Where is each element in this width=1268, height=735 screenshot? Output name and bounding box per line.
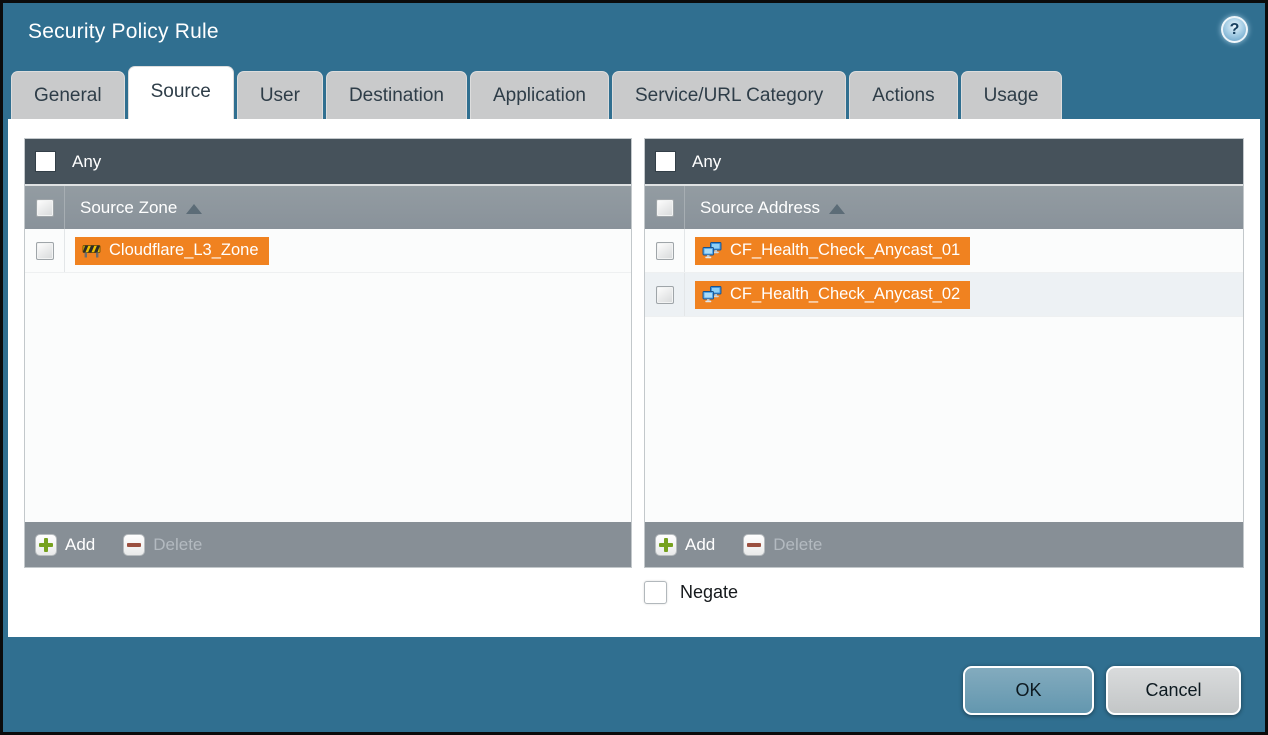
source-address-list: CF_Health_Check_Anycast_01 (645, 229, 1243, 522)
source-address-any-row: Any (645, 139, 1243, 184)
source-address-item-label: CF_Health_Check_Anycast_02 (730, 285, 960, 304)
tab-source[interactable]: Source (128, 66, 234, 119)
tab-usage[interactable]: Usage (961, 71, 1062, 119)
source-zone-any-label: Any (72, 152, 101, 172)
row-checkbox-cell (25, 229, 65, 272)
source-zone-panel: Any Source Zone (24, 138, 632, 568)
add-address-button[interactable]: Add (655, 534, 715, 556)
source-address-column-label: Source Address (700, 198, 820, 218)
delete-label: Delete (153, 535, 202, 555)
source-zone-select-all-cell (25, 186, 65, 229)
source-zone-any-row: Any (25, 139, 631, 184)
address-icon (702, 286, 722, 303)
table-row: CF_Health_Check_Anycast_01 (645, 229, 1243, 273)
source-zone-any-checkbox[interactable] (35, 151, 56, 172)
row-checkbox[interactable] (656, 286, 674, 304)
security-policy-rule-dialog: Security Policy Rule ? General Source Us… (0, 0, 1268, 735)
source-address-item-label: CF_Health_Check_Anycast_01 (730, 241, 960, 260)
sort-ascending-icon (829, 204, 845, 214)
table-row: CF_Health_Check_Anycast_02 (645, 273, 1243, 317)
add-icon (655, 534, 677, 556)
tab-general[interactable]: General (11, 71, 125, 119)
source-address-select-all-checkbox[interactable] (656, 199, 674, 217)
cancel-button[interactable]: Cancel (1106, 666, 1241, 715)
source-address-column-header[interactable]: Source Address (645, 184, 1243, 229)
dialog-title: Security Policy Rule (28, 20, 219, 44)
source-address-item[interactable]: CF_Health_Check_Anycast_02 (695, 281, 970, 309)
address-icon (702, 242, 722, 259)
negate-checkbox[interactable] (644, 581, 667, 604)
tab-bar: General Source User Destination Applicat… (11, 66, 1062, 119)
source-address-any-checkbox[interactable] (655, 151, 676, 172)
tab-application[interactable]: Application (470, 71, 609, 119)
add-zone-button[interactable]: Add (35, 534, 95, 556)
tab-user[interactable]: User (237, 71, 323, 119)
help-icon[interactable]: ? (1221, 16, 1248, 43)
footer-buttons: OK Cancel (963, 666, 1241, 715)
source-zone-list: Cloudflare_L3_Zone (25, 229, 631, 522)
source-tab-content: Any Source Zone (8, 119, 1260, 637)
tab-actions[interactable]: Actions (849, 71, 957, 119)
sort-ascending-icon (186, 204, 202, 214)
delete-icon (123, 534, 145, 556)
negate-row: Negate (644, 581, 738, 604)
row-checkbox[interactable] (656, 242, 674, 260)
source-address-any-label: Any (692, 152, 721, 172)
source-address-select-all-cell (645, 186, 685, 229)
titlebar: Security Policy Rule ? (3, 3, 1265, 66)
tab-destination[interactable]: Destination (326, 71, 467, 119)
row-checkbox-cell (645, 273, 685, 316)
delete-zone-button[interactable]: Delete (123, 534, 202, 556)
delete-label: Delete (773, 535, 822, 555)
source-zone-toolbar: Add Delete (25, 522, 631, 567)
source-zone-item[interactable]: Cloudflare_L3_Zone (75, 237, 269, 265)
zone-icon (82, 243, 101, 258)
source-zone-select-all-checkbox[interactable] (36, 199, 54, 217)
source-zone-column-label: Source Zone (80, 198, 177, 218)
table-row: Cloudflare_L3_Zone (25, 229, 631, 273)
delete-icon (743, 534, 765, 556)
source-address-item[interactable]: CF_Health_Check_Anycast_01 (695, 237, 970, 265)
row-checkbox[interactable] (36, 242, 54, 260)
source-address-panel: Any Source Address (644, 138, 1244, 568)
row-checkbox-cell (645, 229, 685, 272)
source-address-toolbar: Add Delete (645, 522, 1243, 567)
source-zone-column-header[interactable]: Source Zone (25, 184, 631, 229)
tab-service-url-category[interactable]: Service/URL Category (612, 71, 846, 119)
negate-label: Negate (680, 582, 738, 603)
add-icon (35, 534, 57, 556)
delete-address-button[interactable]: Delete (743, 534, 822, 556)
source-zone-item-label: Cloudflare_L3_Zone (109, 241, 259, 260)
add-label: Add (65, 535, 95, 555)
ok-button[interactable]: OK (963, 666, 1094, 715)
add-label: Add (685, 535, 715, 555)
